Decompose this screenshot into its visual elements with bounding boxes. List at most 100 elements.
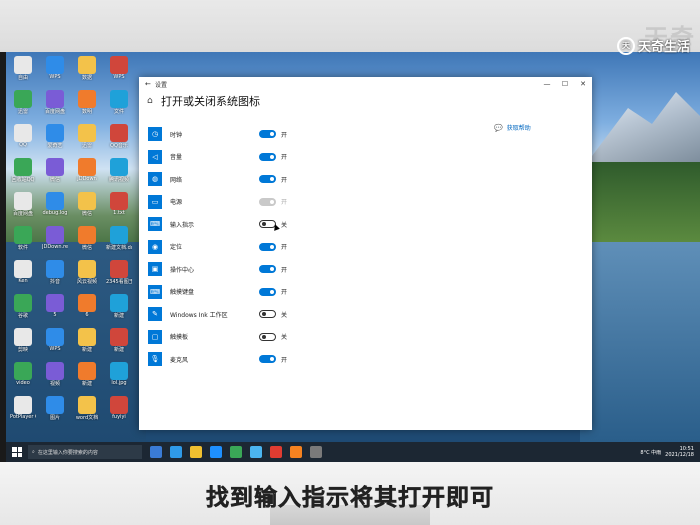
desktop-shortcut[interactable]: JDDown <box>74 158 100 182</box>
desktop-shortcut-icon <box>78 158 96 176</box>
desktop-shortcut[interactable]: 软件 <box>10 226 36 251</box>
setting-row-label: 触摸板 <box>170 334 189 342</box>
desktop-shortcut[interactable]: 回收站QQ <box>10 158 36 183</box>
wallpaper-mountains <box>580 92 700 172</box>
desktop-shortcut[interactable]: 剪映 <box>10 328 36 353</box>
desktop-shortcut[interactable]: 数据 <box>74 56 100 81</box>
toggle-switch[interactable] <box>259 242 276 251</box>
desktop-shortcut[interactable]: 自由 <box>10 56 36 81</box>
weather-status[interactable]: 8°C 中雨 <box>640 449 661 456</box>
desktop-shortcut-icon <box>46 362 64 380</box>
desktop-shortcut-icon <box>14 260 32 278</box>
desktop-shortcut[interactable]: 微信 <box>74 226 100 251</box>
desktop-shortcut[interactable]: 新建 <box>74 328 100 353</box>
desktop-shortcut-icon <box>78 294 96 312</box>
desktop-shortcut[interactable]: 2345看图王 <box>106 260 132 285</box>
desktop-shortcut-icon <box>14 192 32 210</box>
desktop-shortcut[interactable]: 迅雷 <box>74 124 100 149</box>
file-explorer-icon[interactable] <box>190 446 202 458</box>
desktop-shortcut-icon <box>46 294 64 312</box>
desktop-shortcut-label: 数据 <box>81 75 92 81</box>
desktop-shortcut[interactable]: QQ音乐 <box>106 124 132 149</box>
desktop-shortcut-label: JDDown <box>77 176 97 182</box>
maximize-button[interactable]: ☐ <box>556 80 574 88</box>
desktop-shortcut[interactable]: debug.log <box>42 192 68 216</box>
start-button[interactable] <box>12 447 22 457</box>
desktop-shortcut-label: 新建 <box>81 347 92 353</box>
desktop-shortcut[interactable]: 微信 <box>74 192 100 217</box>
desktop-shortcut[interactable]: 新建文档.docx <box>106 226 132 251</box>
search-icon: ⌕ <box>32 449 35 455</box>
desktop-shortcut-icon <box>14 362 32 380</box>
app-icon[interactable] <box>290 446 302 458</box>
clock[interactable]: 10:51 2021/12/18 <box>665 446 694 458</box>
toggle-state-label: 开 <box>281 289 288 297</box>
qq-icon[interactable] <box>250 446 262 458</box>
toggle-switch[interactable] <box>259 152 276 161</box>
desktop-shortcut[interactable]: 数明 <box>74 90 100 115</box>
desktop-shortcut[interactable]: 百度网盘 <box>42 90 68 115</box>
toggle-switch[interactable] <box>259 332 276 341</box>
desktop-shortcut[interactable]: WPS <box>42 56 68 80</box>
toggle-switch[interactable] <box>259 265 276 274</box>
brand-logo-icon: 天 <box>616 36 635 55</box>
desktop-shortcut-icon <box>78 362 96 380</box>
home-icon[interactable]: ⌂ <box>147 96 161 106</box>
desktop-shortcut-label: 百度网盘 <box>44 109 65 115</box>
desktop-shortcut[interactable]: 腾讯视频 <box>106 158 132 183</box>
store-icon[interactable] <box>210 446 222 458</box>
desktop-shortcut-icon <box>110 90 128 108</box>
desktop-shortcut[interactable]: 谷歌 <box>10 294 36 319</box>
desktop-shortcut[interactable]: Ken <box>10 260 36 284</box>
desktop-shortcut-label: 视频 <box>49 381 60 387</box>
desktop-shortcut[interactable]: 风云视频 <box>74 260 100 285</box>
back-arrow-icon[interactable]: ← <box>145 80 155 88</box>
desktop-shortcut[interactable]: 抖音 <box>42 260 68 285</box>
task-view-icon[interactable] <box>150 446 162 458</box>
page-title: 打开或关闭系统图标 <box>161 95 260 108</box>
desktop-shortcut[interactable]: 百度网盘 <box>10 192 36 217</box>
desktop-shortcut[interactable]: 新建 <box>106 294 132 319</box>
desktop-shortcut[interactable]: 1.txt <box>106 192 132 216</box>
desktop-shortcut[interactable]: 新建 <box>106 328 132 353</box>
desktop-shortcut[interactable]: 微信 <box>42 158 68 183</box>
edge-icon[interactable] <box>170 446 182 458</box>
desktop-shortcut[interactable]: 视频 <box>42 362 68 387</box>
toggle-switch[interactable] <box>259 287 276 296</box>
toggle-switch[interactable] <box>259 130 276 139</box>
desktop-shortcut[interactable]: 迅雷 <box>10 90 36 115</box>
minimize-button[interactable]: — <box>538 80 556 88</box>
desktop-shortcut-icon <box>46 192 64 210</box>
desktop-shortcut[interactable]: 新建 <box>74 362 100 387</box>
desktop-shortcut[interactable]: 6 <box>74 294 100 318</box>
close-button[interactable]: ✕ <box>574 80 592 88</box>
desktop-shortcut[interactable]: WPS <box>106 56 132 80</box>
desktop-shortcut[interactable]: JDDown.rer <box>42 226 68 250</box>
toggle-state-label: 关 <box>281 221 288 229</box>
desktop-shortcut[interactable]: 文件 <box>106 90 132 115</box>
toggle-switch[interactable] <box>259 310 276 319</box>
desktop-shortcut[interactable]: 5 <box>42 294 68 318</box>
desktop-shortcut[interactable]: 图片 <box>42 396 68 421</box>
desktop-shortcut[interactable]: 爱奇艺 <box>42 124 68 149</box>
desktop-shortcut-label: QQ <box>19 142 27 148</box>
taskbar-search-box[interactable]: ⌕ 在这里输入你要搜索的内容 <box>28 445 142 459</box>
setting-row: ◍ 网络 开 <box>148 168 348 191</box>
wechat-icon[interactable] <box>230 446 242 458</box>
desktop-shortcut-label: 1.txt <box>113 210 125 216</box>
desktop-shortcut[interactable]: video <box>10 362 36 386</box>
setting-row: ▭ 电源 开 <box>148 191 348 214</box>
toggle-switch[interactable] <box>259 175 276 184</box>
desktop-shortcut[interactable]: PotPlayer 64 bit <box>10 396 36 420</box>
desktop-shortcut[interactable]: word文档 <box>74 396 100 421</box>
settings-gear-icon[interactable] <box>310 446 322 458</box>
desktop-shortcut[interactable]: fuyiyi <box>106 396 132 420</box>
desktop-shortcut[interactable]: WPS <box>42 328 68 352</box>
desktop-shortcut[interactable]: QQ <box>10 124 36 148</box>
toggle-switch[interactable] <box>259 355 276 364</box>
desktop-shortcut[interactable]: lol.jpg <box>106 362 132 386</box>
desktop-shortcut-label: 新建 <box>113 347 124 353</box>
desktop-shortcut-label: 腾讯视频 <box>108 177 129 183</box>
wps-icon[interactable] <box>270 446 282 458</box>
get-help-link[interactable]: 💬 获取帮助 <box>494 123 531 133</box>
